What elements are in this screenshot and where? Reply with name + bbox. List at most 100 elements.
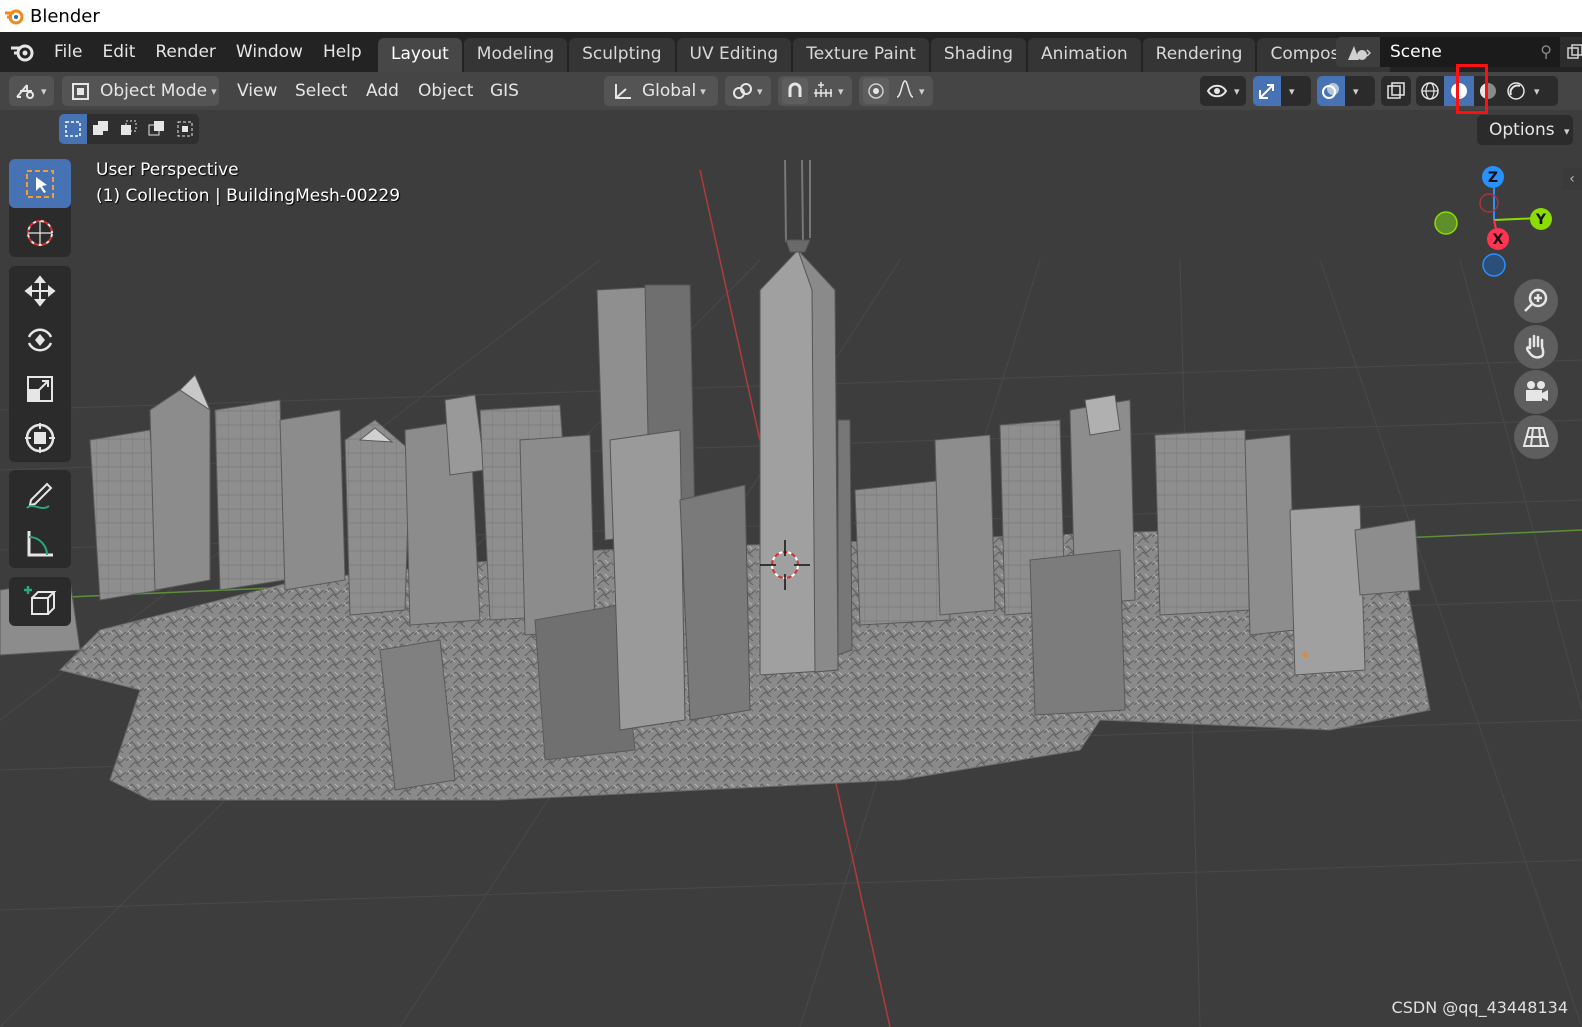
cursor-tool[interactable] bbox=[9, 208, 71, 257]
sidebar-toggle-icon[interactable]: ‹ bbox=[1562, 168, 1582, 190]
collection-info-text: (1) Collection | BuildingMesh-00229 bbox=[96, 186, 401, 206]
menu-add[interactable]: Add bbox=[366, 76, 399, 106]
chevron-down-icon[interactable]: ▾ bbox=[1534, 85, 1540, 98]
xray-toggle-icon[interactable] bbox=[1381, 76, 1411, 106]
tab-shading[interactable]: Shading bbox=[930, 38, 1026, 72]
menu-gis[interactable]: GIS bbox=[490, 76, 519, 106]
view-name-text: User Perspective bbox=[96, 160, 239, 180]
menu-view[interactable]: View bbox=[237, 76, 277, 106]
rendered-shading-icon[interactable] bbox=[1502, 76, 1530, 106]
scene-name: Scene bbox=[1390, 42, 1442, 62]
falloff-curve-icon[interactable] bbox=[895, 79, 915, 104]
snap-magnet-icon[interactable] bbox=[782, 78, 808, 104]
measure-tool[interactable] bbox=[9, 519, 71, 568]
proportional-editing-icon[interactable] bbox=[863, 78, 889, 104]
measure-ruler-icon bbox=[27, 530, 53, 556]
select-box-tool[interactable] bbox=[9, 159, 71, 208]
menu-object[interactable]: Object bbox=[418, 76, 473, 106]
options-dropdown[interactable]: Options ▾ bbox=[1477, 115, 1573, 145]
tab-sculpting[interactable]: Sculpting bbox=[569, 38, 675, 72]
snap-increment-icon[interactable] bbox=[812, 79, 834, 104]
object-origin-dot bbox=[1302, 652, 1308, 658]
city-mesh-scene bbox=[0, 110, 1582, 1027]
watermark-text: CSDN @qq_43448134 bbox=[1391, 998, 1568, 1017]
menu-help[interactable]: Help bbox=[313, 32, 372, 72]
new-scene-icon[interactable] bbox=[1560, 37, 1582, 67]
move-icon bbox=[24, 274, 56, 307]
chevron-down-icon: ▾ bbox=[1564, 125, 1570, 138]
menu-render[interactable]: Render bbox=[145, 32, 226, 72]
gizmo-toggle-group: ▾ bbox=[1253, 76, 1311, 106]
tab-texture-paint[interactable]: Texture Paint bbox=[793, 38, 929, 72]
select-subtract-icon[interactable] bbox=[115, 114, 143, 144]
zoom-icon[interactable] bbox=[1514, 279, 1558, 323]
tab-rendering[interactable]: Rendering bbox=[1142, 38, 1256, 72]
gizmo-y-label: Y bbox=[1535, 212, 1547, 228]
camera-view-icon[interactable] bbox=[1514, 370, 1558, 414]
menu-select[interactable]: Select bbox=[295, 76, 347, 106]
chevron-down-icon[interactable]: ▾ bbox=[838, 85, 844, 98]
menu-edit[interactable]: Edit bbox=[92, 32, 145, 72]
rotate-tool[interactable] bbox=[9, 315, 71, 364]
select-intersect-icon[interactable] bbox=[171, 114, 199, 144]
gizmo-toggle-icon[interactable] bbox=[1253, 76, 1281, 106]
cursor-icon bbox=[27, 219, 53, 246]
scene-selector: Scene ⚲ bbox=[1336, 37, 1582, 67]
tab-layout[interactable]: Layout bbox=[378, 38, 462, 72]
chevron-down-icon: ▾ bbox=[700, 84, 706, 98]
scene-name-field[interactable]: Scene ⚲ bbox=[1380, 37, 1560, 67]
editor-type-icon bbox=[16, 84, 34, 99]
toggle-perspective-grid-icon[interactable] bbox=[1514, 415, 1558, 459]
editor-type-button[interactable]: ▾ bbox=[9, 76, 54, 106]
proportional-editing-group: ▾ bbox=[859, 76, 933, 106]
toolbar-add-group bbox=[9, 577, 71, 626]
chevron-down-icon: ▾ bbox=[211, 84, 217, 98]
tab-uv-editing[interactable]: UV Editing bbox=[676, 38, 792, 72]
annotate-tool[interactable] bbox=[9, 470, 71, 519]
navigation-gizmo[interactable]: Z Y X bbox=[1430, 160, 1570, 280]
solid-shading-highlight bbox=[1456, 64, 1488, 114]
window-title: Blender bbox=[30, 5, 100, 27]
select-new-icon[interactable] bbox=[59, 114, 87, 144]
gizmo-neg-y-handle[interactable] bbox=[1434, 211, 1458, 235]
tab-animation[interactable]: Animation bbox=[1027, 38, 1141, 72]
object-mode-label: Object Mode bbox=[100, 81, 208, 101]
add-cube-tool[interactable] bbox=[9, 577, 71, 626]
pivot-point-icon bbox=[733, 83, 752, 99]
scale-icon bbox=[27, 375, 53, 402]
chevron-down-icon[interactable]: ▾ bbox=[1289, 85, 1295, 98]
chevron-down-icon[interactable]: ▾ bbox=[1353, 85, 1359, 98]
overlays-icon[interactable] bbox=[1317, 76, 1345, 106]
overlays-toggle-group: ▾ bbox=[1317, 76, 1375, 106]
select-invert-icon[interactable] bbox=[143, 114, 171, 144]
select-extend-icon[interactable] bbox=[87, 114, 115, 144]
viewport-header: ▾ Object Mode ▾ View Select Add Object G… bbox=[0, 72, 1582, 110]
gizmo-neg-z-handle[interactable] bbox=[1482, 253, 1506, 277]
pivot-point-dropdown[interactable]: ▾ bbox=[725, 76, 771, 106]
chevron-down-icon: ▾ bbox=[1234, 84, 1240, 98]
chevron-down-icon[interactable]: ▾ bbox=[919, 85, 925, 98]
menu-file[interactable]: File bbox=[44, 32, 92, 72]
gizmo-neg-x-handle[interactable] bbox=[1479, 193, 1499, 213]
annotate-pencil-icon bbox=[26, 482, 53, 509]
object-mode-dropdown[interactable]: Object Mode ▾ bbox=[62, 76, 219, 106]
pin-icon[interactable]: ⚲ bbox=[1540, 37, 1552, 67]
scene-browse-icon[interactable] bbox=[1336, 37, 1380, 67]
transform-orientation-dropdown[interactable]: Global ▾ bbox=[604, 76, 718, 106]
eye-icon bbox=[1206, 84, 1228, 98]
top-bar: File Edit Render Window Help Layout Mode… bbox=[0, 32, 1582, 72]
move-tool[interactable] bbox=[9, 266, 71, 315]
gizmo-x-label: X bbox=[1493, 232, 1504, 248]
pan-hand-icon[interactable] bbox=[1514, 325, 1558, 369]
3d-viewport[interactable]: Options ▾ User Perspective (1) Collectio… bbox=[0, 110, 1582, 1027]
blender-logo-icon bbox=[0, 0, 28, 32]
blender-menu-icon[interactable] bbox=[0, 32, 44, 72]
scale-tool[interactable] bbox=[9, 364, 71, 413]
wireframe-shading-icon[interactable] bbox=[1416, 76, 1444, 106]
transform-tool[interactable] bbox=[9, 413, 71, 462]
object-visibility-dropdown[interactable]: ▾ bbox=[1200, 76, 1246, 106]
tab-modeling[interactable]: Modeling bbox=[463, 38, 568, 72]
snapping-group: ▾ bbox=[778, 76, 852, 106]
transform-orientation-label: Global bbox=[642, 81, 697, 101]
menu-window[interactable]: Window bbox=[226, 32, 313, 72]
